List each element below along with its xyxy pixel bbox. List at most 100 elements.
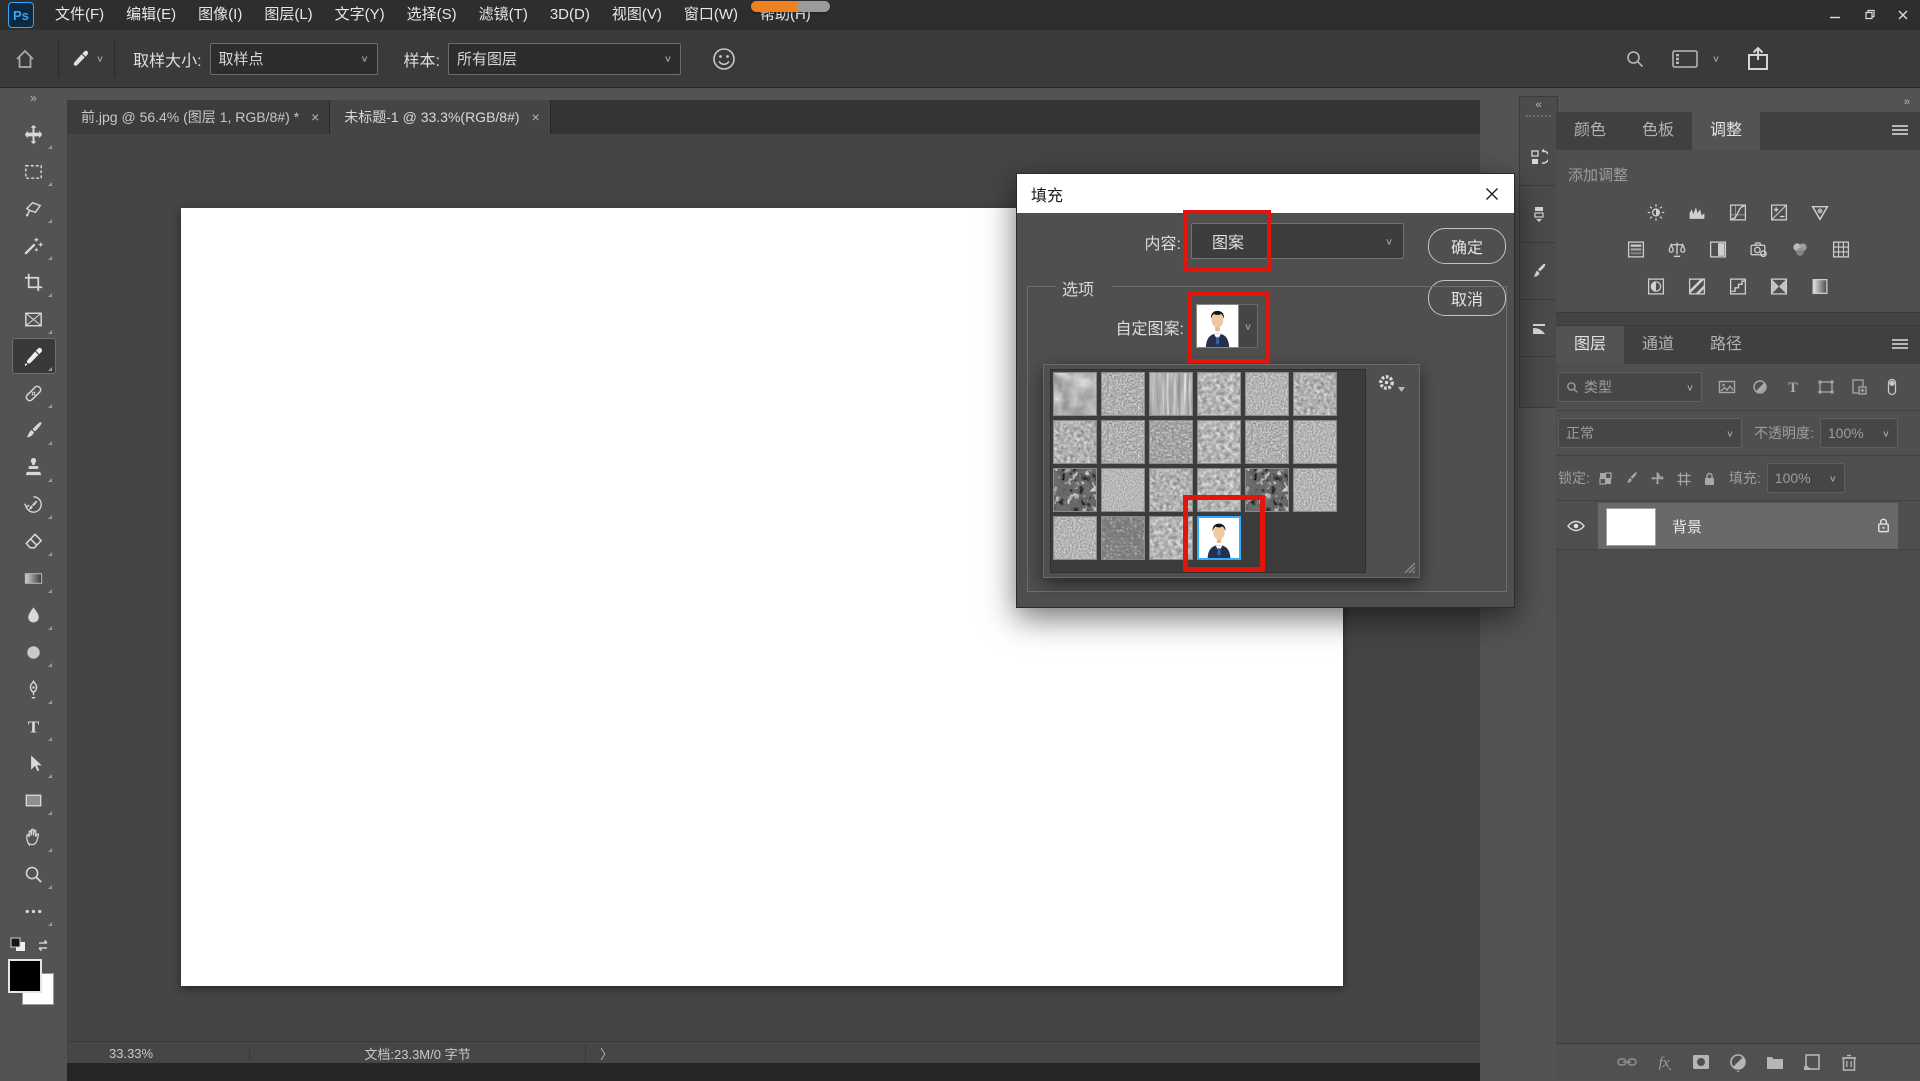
threshold-icon[interactable] xyxy=(1726,275,1750,297)
pattern-tile[interactable] xyxy=(1149,420,1193,464)
lock-transparent-icon[interactable] xyxy=(1598,471,1613,486)
brush-tool[interactable] xyxy=(12,412,56,448)
pattern-tile[interactable] xyxy=(1053,420,1097,464)
workspace-switcher-icon[interactable]: ∨ xyxy=(1672,49,1720,69)
smiley-icon[interactable] xyxy=(711,46,737,72)
history-panel-icon[interactable] xyxy=(1520,129,1557,186)
adjustments-tab-颜色[interactable]: 颜色 xyxy=(1556,112,1624,150)
clone-stamp-tool[interactable] xyxy=(12,449,56,485)
brightness-contrast-icon[interactable] xyxy=(1644,201,1668,223)
lock-artboard-icon[interactable] xyxy=(1676,471,1691,486)
history-brush-tool[interactable] xyxy=(12,486,56,522)
smart-object-filter-icon[interactable] xyxy=(1850,378,1868,396)
adjustments-tab-色板[interactable]: 色板 xyxy=(1624,112,1692,150)
pattern-tile[interactable] xyxy=(1293,372,1337,416)
menu-3d[interactable]: 3D(D) xyxy=(539,0,601,30)
document-tab-1[interactable]: 前.jpg @ 56.4% (图层 1, RGB/8#) *× xyxy=(67,100,330,134)
color-lookup-icon[interactable] xyxy=(1829,238,1853,260)
pattern-settings-gear-icon[interactable] xyxy=(1377,373,1405,392)
resize-grip[interactable] xyxy=(1401,561,1415,573)
type-tool[interactable]: T xyxy=(12,708,56,744)
shape-layer-filter-icon[interactable] xyxy=(1817,378,1835,396)
pattern-tile[interactable] xyxy=(1149,516,1193,560)
content-dropdown[interactable]: 图案 ∨ xyxy=(1191,223,1404,259)
layers-tab-通道[interactable]: 通道 xyxy=(1624,326,1692,364)
layers-tab-图层[interactable]: 图层 xyxy=(1556,326,1624,364)
exposure-icon[interactable] xyxy=(1767,201,1791,223)
zoom-tool[interactable] xyxy=(12,856,56,892)
layer-row[interactable]: 背景 xyxy=(1556,503,1920,549)
custom-pattern-chevron[interactable]: ∨ xyxy=(1239,304,1258,348)
delete-icon[interactable] xyxy=(1839,1052,1859,1072)
zoom-level[interactable]: 33.33% xyxy=(67,1046,250,1061)
filter-toggle-icon[interactable] xyxy=(1883,378,1901,396)
curves-icon[interactable] xyxy=(1726,201,1750,223)
pattern-tile[interactable] xyxy=(1101,420,1145,464)
layer-thumbnail[interactable] xyxy=(1606,508,1656,546)
link-icon[interactable] xyxy=(1617,1052,1637,1072)
pattern-tile[interactable] xyxy=(1101,468,1145,512)
invert-icon[interactable] xyxy=(1644,275,1668,297)
ok-button[interactable]: 确定 xyxy=(1428,228,1506,264)
pen-tool[interactable] xyxy=(12,671,56,707)
photo-filter-icon[interactable] xyxy=(1747,238,1771,260)
healing-brush-tool[interactable] xyxy=(12,375,56,411)
pixel-layer-filter-icon[interactable] xyxy=(1718,378,1736,396)
status-chevron[interactable]: 〉 xyxy=(586,1044,613,1063)
minimize-button[interactable] xyxy=(1818,0,1852,30)
lasso-tool[interactable] xyxy=(12,190,56,226)
tab-close-icon[interactable]: × xyxy=(311,109,319,125)
menu-window[interactable]: 窗口(W) xyxy=(673,0,749,30)
eraser-tool[interactable] xyxy=(12,523,56,559)
gradient-tool[interactable] xyxy=(12,560,56,596)
swap-colors-icon[interactable] xyxy=(36,938,52,953)
layers-tab-路径[interactable]: 路径 xyxy=(1692,326,1760,364)
vibrance-icon[interactable] xyxy=(1808,201,1832,223)
sample-size-dropdown[interactable]: 取样点 ∨ xyxy=(210,43,378,75)
pattern-tile[interactable] xyxy=(1245,468,1289,512)
marquee-tool[interactable] xyxy=(12,153,56,189)
eyedropper-tool[interactable] xyxy=(12,338,56,374)
custom-pattern-thumbnail[interactable] xyxy=(1196,304,1239,348)
eyedropper-tool-preset[interactable]: ∨ xyxy=(69,48,104,70)
menu-image[interactable]: 图像(I) xyxy=(187,0,253,30)
pattern-tile-portrait[interactable] xyxy=(1197,516,1241,560)
panels-collapse-chevrons[interactable]: » xyxy=(1556,96,1920,112)
pattern-tile[interactable] xyxy=(1149,468,1193,512)
lock-paint-icon[interactable] xyxy=(1624,471,1639,486)
magic-wand-tool[interactable] xyxy=(12,227,56,263)
shape-tool[interactable] xyxy=(12,782,56,818)
layer-filter-dropdown[interactable]: 类型 ∨ xyxy=(1558,372,1702,402)
share-icon[interactable] xyxy=(1746,46,1770,72)
home-icon[interactable] xyxy=(14,48,48,70)
dock-gripper[interactable] xyxy=(1526,115,1551,125)
levels-icon[interactable] xyxy=(1685,201,1709,223)
brushes-panel-icon[interactable] xyxy=(1520,243,1557,300)
lock-all-icon[interactable] xyxy=(1702,471,1717,486)
menu-file[interactable]: 文件(F) xyxy=(44,0,115,30)
close-window-button[interactable] xyxy=(1886,0,1920,30)
dodge-tool[interactable] xyxy=(12,634,56,670)
visibility-eye-icon[interactable] xyxy=(1566,516,1586,536)
pattern-tile[interactable] xyxy=(1101,516,1145,560)
adjustment-layer-filter-icon[interactable] xyxy=(1751,378,1769,396)
type-layer-filter-icon[interactable]: T xyxy=(1784,378,1802,396)
properties-panel-icon[interactable] xyxy=(1520,186,1557,243)
color-balance-icon[interactable] xyxy=(1665,238,1689,260)
blur-tool[interactable] xyxy=(12,597,56,633)
document-tab-2[interactable]: 未标题-1 @ 33.3%(RGB/8#)× xyxy=(330,100,550,134)
adjustments-tab-调整[interactable]: 调整 xyxy=(1692,112,1760,150)
path-select-tool[interactable] xyxy=(12,745,56,781)
pattern-tile[interactable] xyxy=(1293,420,1337,464)
fill-dialog-titlebar[interactable]: 填充 xyxy=(1017,174,1514,213)
restore-button[interactable] xyxy=(1852,0,1886,30)
pattern-tile[interactable] xyxy=(1197,420,1241,464)
menu-filter[interactable]: 滤镜(T) xyxy=(468,0,539,30)
dock-collapse-chevrons[interactable]: « xyxy=(1520,97,1557,111)
default-colors-icon[interactable] xyxy=(10,937,27,953)
pattern-tile[interactable] xyxy=(1053,468,1097,512)
search-icon[interactable] xyxy=(1624,48,1646,70)
menu-help[interactable]: 帮助(H) xyxy=(749,0,822,30)
gradient-map-icon[interactable] xyxy=(1767,275,1791,297)
foreground-color-swatch[interactable] xyxy=(8,959,42,993)
